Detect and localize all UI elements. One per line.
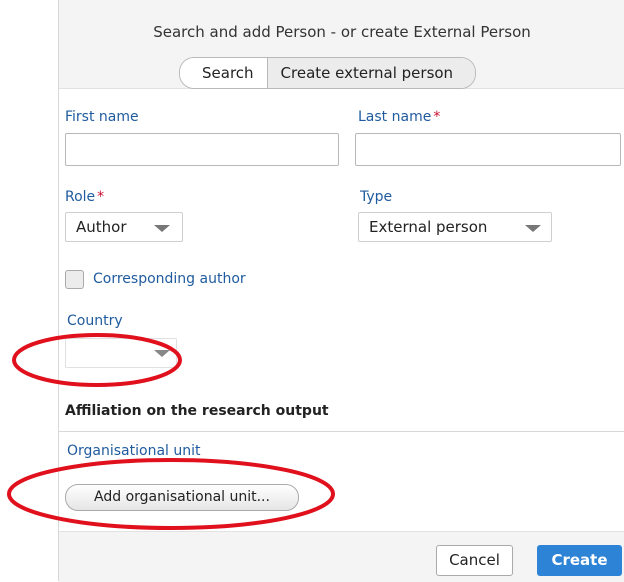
affiliation-section-title: Affiliation on the research output [65,403,329,419]
dialog: Search and add Person - or create Extern… [58,0,624,582]
dialog-title: Search and add Person - or create Extern… [153,23,531,41]
tab-switcher: Search Create external person [179,57,477,89]
dialog-footer: Cancel Create [59,531,624,582]
required-marker: * [97,189,105,205]
required-marker: * [433,109,441,125]
create-button[interactable]: Create [537,545,622,576]
role-label: Role * [65,189,105,205]
corresponding-author-checkbox[interactable] [65,270,84,289]
type-selected-value: External person [369,218,488,236]
divider [59,431,624,432]
add-organisational-unit-button[interactable]: Add organisational unit... [65,484,299,511]
first-name-input[interactable] [65,133,339,166]
type-select[interactable]: External person [358,212,552,242]
type-label: Type [360,189,393,205]
first-name-label: First name [65,109,139,125]
corresponding-author-label: Corresponding author [93,271,246,287]
tab-search[interactable]: Search [180,58,268,88]
tab-create-external-person[interactable]: Create external person [267,58,476,88]
dialog-header: Search and add Person - or create Extern… [59,0,624,89]
chevron-down-icon [154,225,170,232]
country-label: Country [67,313,123,329]
organisational-unit-label: Organisational unit [67,443,201,459]
cancel-button[interactable]: Cancel [436,545,513,576]
role-selected-value: Author [76,218,127,236]
country-select[interactable] [65,338,177,368]
chevron-down-icon [525,225,541,232]
last-name-label: Last name * [358,109,441,125]
last-name-input[interactable] [355,133,621,166]
chevron-down-icon [154,350,170,357]
role-select[interactable]: Author [65,212,183,242]
